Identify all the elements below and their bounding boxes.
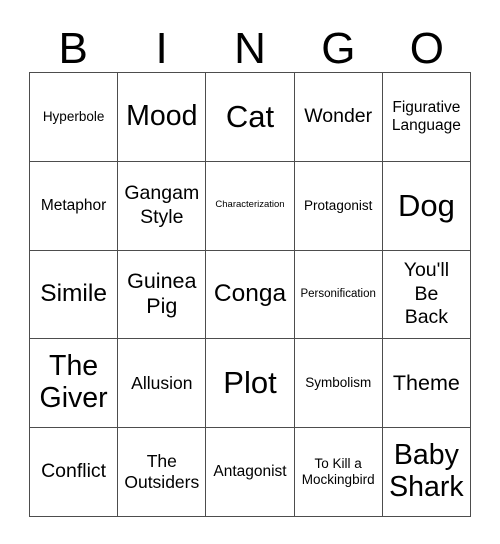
bingo-cell[interactable]: Hyperbole xyxy=(30,73,119,162)
bingo-cell[interactable]: Plot xyxy=(206,339,295,429)
bingo-cell-label: Characterization xyxy=(215,199,285,211)
bingo-cell-label: Dog xyxy=(397,187,455,223)
bingo-cell[interactable]: Metaphor xyxy=(30,161,119,251)
bingo-cell-label: Conflict xyxy=(41,460,107,483)
bingo-header-letter-o: O xyxy=(383,14,471,72)
bingo-cell-label: Baby Shark xyxy=(389,439,464,504)
bingo-cell[interactable]: Antagonist xyxy=(206,428,295,517)
bingo-cell[interactable]: Baby Shark xyxy=(382,428,471,517)
bingo-cell-label: Figurative Language xyxy=(391,98,461,134)
bingo-cell[interactable]: Gangam Style xyxy=(118,161,207,251)
bingo-grid: Hyperbole Mood Cat Wonder Figurative Languag… xyxy=(29,72,471,517)
bingo-header-row: B I N G O xyxy=(29,14,471,72)
bingo-cell[interactable]: Guinea Pig xyxy=(118,250,207,340)
bingo-cell-label: Mood xyxy=(126,99,198,132)
bingo-cell-label: Plot xyxy=(223,365,277,401)
bingo-header-letter-b: B xyxy=(29,14,117,72)
header-letter-text: O xyxy=(409,24,444,73)
bingo-cell-label: Gangam Style xyxy=(124,182,200,228)
bingo-cell[interactable]: Theme xyxy=(382,339,471,429)
bingo-cell-label: Cat xyxy=(225,98,275,134)
bingo-cell-label: Protagonist xyxy=(304,197,373,213)
bingo-cell[interactable]: Conflict xyxy=(30,428,119,517)
bingo-cell-label: Personification xyxy=(300,287,376,300)
bingo-cell-label: Hyperbole xyxy=(42,108,105,124)
bingo-card: B I N G O Hyperbole Mood Cat Wonder Figurati… xyxy=(0,0,500,544)
bingo-cell-label: You'll Be Back xyxy=(403,259,450,329)
bingo-cell[interactable]: You'll Be Back xyxy=(382,250,471,340)
bingo-cell-label: Symbolism xyxy=(305,375,372,391)
bingo-cell[interactable]: Simile xyxy=(30,250,119,340)
header-letter-text: N xyxy=(234,24,266,73)
bingo-cell-label: Antagonist xyxy=(213,462,287,480)
bingo-cell[interactable]: Dog xyxy=(382,161,471,251)
bingo-cell[interactable]: Conga xyxy=(206,250,295,340)
bingo-cell[interactable]: The Giver xyxy=(30,339,119,429)
bingo-cell-label: Allusion xyxy=(131,372,193,393)
bingo-cell[interactable]: Personification xyxy=(294,250,383,340)
bingo-cell-label: The Outsiders xyxy=(124,451,200,493)
bingo-cell[interactable]: Figurative Language xyxy=(382,73,471,162)
bingo-cell-label: Simile xyxy=(40,280,107,308)
bingo-cell-label: Conga xyxy=(213,280,287,308)
bingo-cell[interactable]: Mood xyxy=(118,73,207,162)
bingo-header-letter-n: N xyxy=(206,14,294,72)
bingo-cell-label: Wonder xyxy=(304,105,373,128)
bingo-cell[interactable]: Characterization xyxy=(206,161,295,251)
bingo-cell[interactable]: Protagonist xyxy=(294,161,383,251)
bingo-header-letter-g: G xyxy=(294,14,382,72)
bingo-cell[interactable]: Wonder xyxy=(294,73,383,162)
bingo-cell-label: Metaphor xyxy=(40,196,107,214)
bingo-cell-label: Theme xyxy=(392,370,460,395)
bingo-cell[interactable]: Symbolism xyxy=(294,339,383,429)
bingo-header-letter-i: I xyxy=(117,14,205,72)
header-letter-text: G xyxy=(321,24,356,73)
bingo-cell[interactable]: To Kill a Mockingbird xyxy=(294,428,383,517)
bingo-cell[interactable]: The Outsiders xyxy=(118,428,207,517)
bingo-cell-label: The Giver xyxy=(39,350,108,415)
header-letter-text: I xyxy=(155,24,168,73)
bingo-cell-label: Guinea Pig xyxy=(127,269,197,319)
bingo-cell[interactable]: Allusion xyxy=(118,339,207,429)
bingo-cell-label: To Kill a Mockingbird xyxy=(301,456,375,488)
bingo-cell[interactable]: Cat xyxy=(206,73,295,162)
header-letter-text: B xyxy=(58,24,88,73)
